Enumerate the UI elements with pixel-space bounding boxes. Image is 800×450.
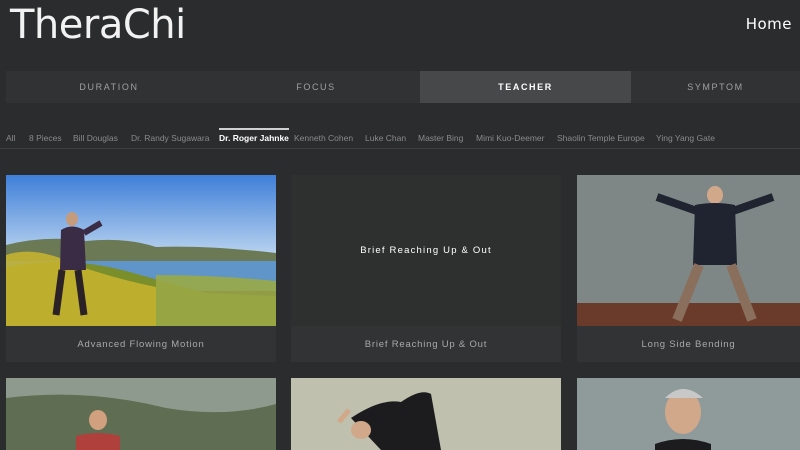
outdoor-scene-image [6, 175, 276, 326]
filter-tabs: DURATION FOCUS TEACHER SYMPTOM [6, 71, 800, 103]
teacher-filter-bar: All 8 Pieces Bill Douglas Dr. Randy Suga… [0, 128, 800, 149]
studio-teacher-image [577, 175, 800, 326]
filter-kenneth-cohen[interactable]: Kenneth Cohen [294, 133, 353, 143]
home-link[interactable]: Home [746, 15, 792, 33]
video-thumbnail[interactable] [291, 378, 561, 450]
video-title[interactable]: Brief Reaching Up & Out [291, 326, 561, 362]
filter-master-bing[interactable]: Master Bing [418, 133, 463, 143]
video-title[interactable]: Advanced Flowing Motion [6, 326, 276, 362]
hover-overlay-title: Brief Reaching Up & Out [360, 245, 492, 256]
video-thumbnail[interactable]: Brief Reaching Up & Out [291, 175, 561, 326]
stretching-teacher-image [291, 378, 561, 450]
video-card[interactable]: Brief Reaching Up & Out Brief Reaching U… [291, 175, 561, 362]
tab-focus[interactable]: FOCUS [212, 71, 420, 103]
portrait-teacher-image [577, 378, 800, 450]
video-thumbnail[interactable] [6, 175, 276, 326]
filter-luke-chan[interactable]: Luke Chan [365, 133, 406, 143]
video-card[interactable]: Long Side Bending [577, 175, 800, 362]
video-thumbnail[interactable] [577, 378, 800, 450]
filter-8-pieces[interactable]: 8 Pieces [29, 133, 62, 143]
filter-ying-yang-gate[interactable]: Ying Yang Gate [656, 133, 715, 143]
filter-dr-roger-jahnke[interactable]: Dr. Roger Jahnke [219, 128, 289, 143]
video-title[interactable]: Long Side Bending [577, 326, 800, 362]
tab-duration[interactable]: DURATION [6, 71, 212, 103]
video-thumbnail[interactable] [577, 175, 800, 326]
filter-mimi-kuo-deemer[interactable]: Mimi Kuo-Deemer [476, 133, 545, 143]
filter-all[interactable]: All [6, 133, 15, 143]
tab-symptom[interactable]: SYMPTOM [631, 71, 800, 103]
outdoor-teacher-image [6, 378, 276, 450]
filter-dr-randy-sugawara[interactable]: Dr. Randy Sugawara [131, 133, 209, 143]
filter-bill-douglas[interactable]: Bill Douglas [73, 133, 118, 143]
filter-shaolin-temple-europe[interactable]: Shaolin Temple Europe [557, 133, 645, 143]
tab-teacher[interactable]: TEACHER [420, 71, 631, 103]
video-card[interactable]: Advanced Flowing Motion [6, 175, 276, 362]
video-thumbnail[interactable] [6, 378, 276, 450]
therachi-logo[interactable]: TheraChi [10, 2, 186, 48]
